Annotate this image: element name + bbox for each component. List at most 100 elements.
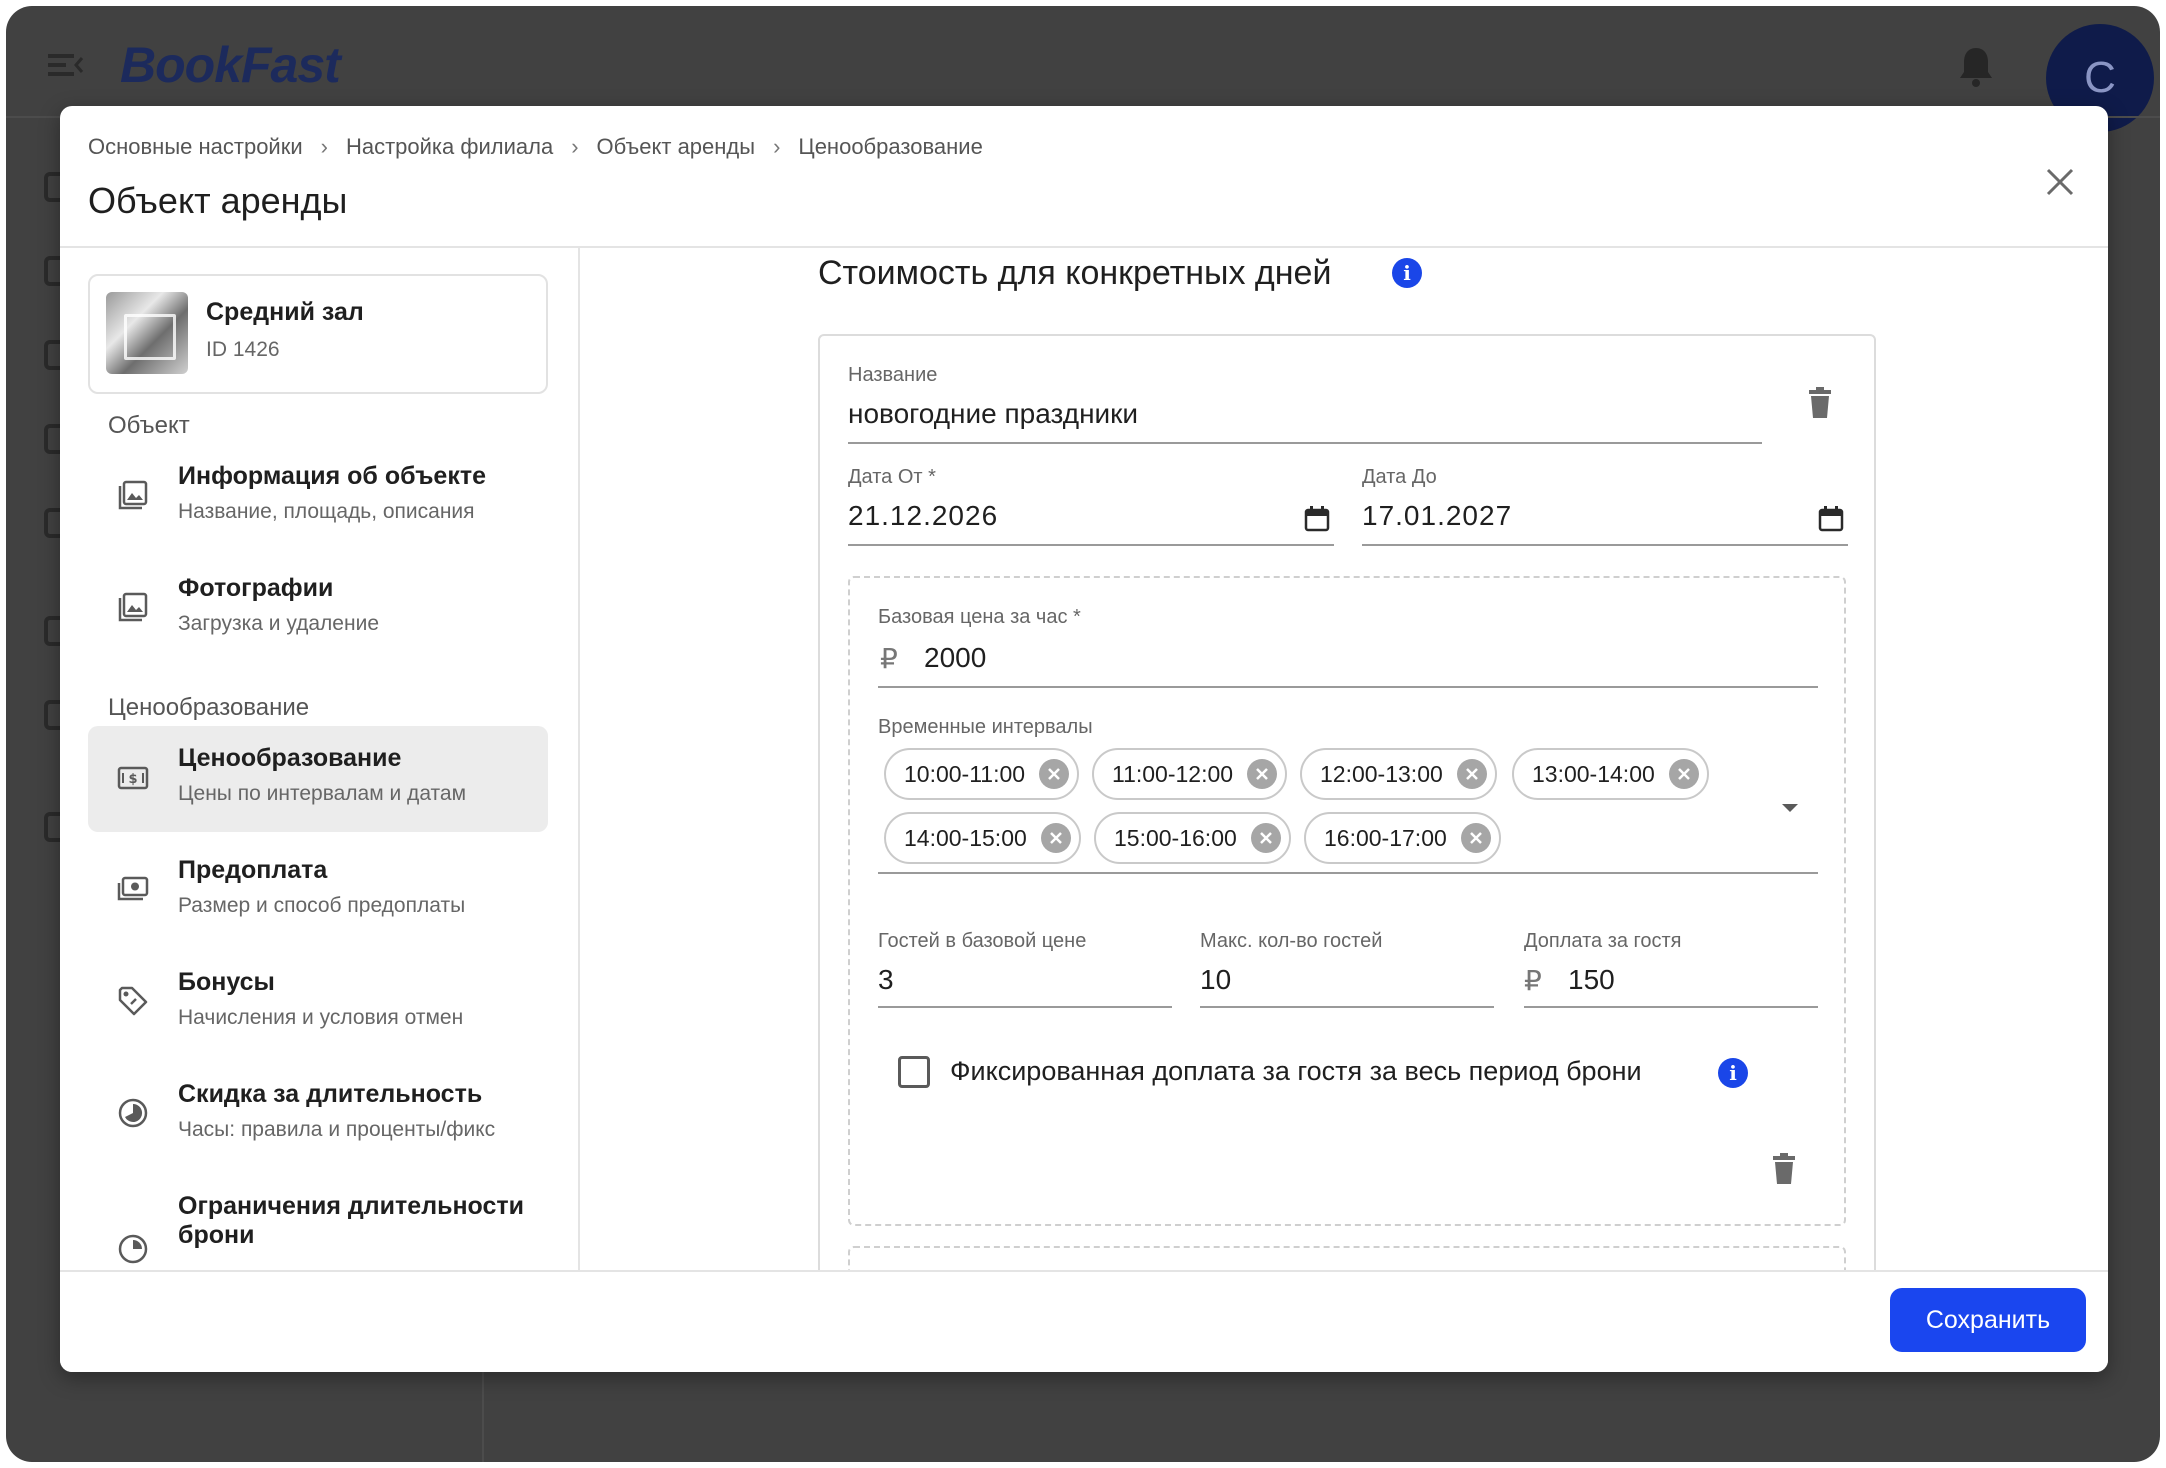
image-icon xyxy=(118,480,148,510)
ruble-icon: ₽ xyxy=(880,643,898,674)
sidebar-item-subtitle: Цены по интервалам и датам xyxy=(178,782,467,805)
breadcrumb-item[interactable]: Основные настройки xyxy=(88,134,303,160)
calendar-icon[interactable] xyxy=(1818,506,1844,532)
interval-chip[interactable]: 14:00-15:00 xyxy=(884,812,1081,864)
delete-interval-block-trash-icon[interactable] xyxy=(1770,1152,1798,1186)
remove-chip-icon[interactable] xyxy=(1039,759,1070,789)
close-icon[interactable] xyxy=(2040,162,2080,202)
interval-chip[interactable]: 15:00-16:00 xyxy=(1094,812,1291,864)
sidebar-item-duration-limits[interactable]: Ограничения длительности брони xyxy=(88,1174,548,1280)
sidebar-item-title: Фотографии xyxy=(178,574,334,602)
guests-base-input[interactable]: 3 xyxy=(878,964,894,996)
object-settings-modal: Основные настройки › Настройка филиала ›… xyxy=(60,106,2108,1372)
name-input[interactable]: новогодние праздники xyxy=(848,398,1138,430)
interval-chip[interactable]: 10:00-11:00 xyxy=(884,748,1080,800)
date-from-input[interactable]: 21.12.2026 xyxy=(848,500,998,532)
fixed-fee-checkbox[interactable] xyxy=(898,1056,930,1088)
remove-chip-icon[interactable] xyxy=(1456,759,1487,789)
interval-chip-label: 13:00-14:00 xyxy=(1532,760,1655,787)
chevron-down-icon[interactable] xyxy=(1780,802,1800,814)
remove-chip-icon[interactable] xyxy=(1040,823,1071,853)
date-to-input[interactable]: 17.01.2027 xyxy=(1362,500,1512,532)
max-guests-underline xyxy=(1200,1006,1494,1008)
breadcrumb: Основные настройки › Настройка филиала ›… xyxy=(88,134,983,160)
remove-chip-icon[interactable] xyxy=(1460,823,1491,853)
modal-footer: Сохранить xyxy=(60,1270,2108,1372)
date-from-label: Дата От * xyxy=(848,466,936,488)
sidebar-item-pricing[interactable]: $ Ценообразование Цены по интервалам и д… xyxy=(88,726,548,832)
info-icon[interactable]: i xyxy=(1392,258,1422,288)
breadcrumb-item-current: Ценообразование xyxy=(798,134,983,159)
interval-pricing-block: Базовая цена за час * ₽ 2000 Временные и… xyxy=(848,576,1846,1226)
interval-chip-label: 16:00-17:00 xyxy=(1324,824,1447,851)
interval-chip[interactable]: 11:00-12:00 xyxy=(1092,748,1288,800)
extra-guest-input[interactable]: 150 xyxy=(1568,964,1615,996)
interval-chip-label: 10:00-11:00 xyxy=(904,760,1026,787)
sidebar-item-bonuses[interactable]: Бонусы Начисления и условия отмен xyxy=(88,950,548,1056)
limit-icon xyxy=(118,1234,148,1264)
interval-chip-label: 11:00-12:00 xyxy=(1112,760,1234,787)
app-logo[interactable]: BookFast xyxy=(120,36,341,94)
date-from-underline xyxy=(848,544,1334,546)
name-label: Название xyxy=(848,364,938,386)
sidebar-item-subtitle: Начисления и условия отмен xyxy=(178,1006,464,1029)
name-underline xyxy=(848,442,1762,444)
intervals-label: Временные интервалы xyxy=(878,716,1093,738)
special-days-card: Название новогодние праздники Дата От * … xyxy=(818,334,1876,1370)
object-id: ID 1426 xyxy=(206,338,280,361)
sidebar-item-photos[interactable]: Фотографии Загрузка и удаление xyxy=(88,556,548,662)
sidebar-item-prepayment[interactable]: Предоплата Размер и способ предоплаты xyxy=(88,838,548,944)
remove-chip-icon[interactable] xyxy=(1668,759,1699,789)
modal-title: Объект аренды xyxy=(88,180,348,221)
extra-guest-underline xyxy=(1524,1006,1818,1008)
remove-chip-icon[interactable] xyxy=(1250,823,1281,853)
extra-guest-label: Доплата за гостя xyxy=(1524,930,1682,952)
tag-icon xyxy=(118,986,148,1016)
sidebar-item-title: Скидка за длительность xyxy=(178,1080,483,1108)
sidebar-item-title: Информация об объекте xyxy=(178,462,486,490)
pricing-icon: $ xyxy=(117,766,149,790)
section-title: Стоимость для конкретных дней xyxy=(818,254,1332,292)
interval-chip-label: 15:00-16:00 xyxy=(1114,824,1237,851)
base-price-underline xyxy=(878,686,1818,688)
guests-base-label: Гостей в базовой цене xyxy=(878,930,1087,952)
settings-sidebar: Средний зал ID 1426 Объект Информация об… xyxy=(60,248,580,1370)
breadcrumb-item[interactable]: Объект аренды xyxy=(597,134,756,160)
menu-icon[interactable] xyxy=(48,50,84,80)
sidebar-item-subtitle: Загрузка и удаление xyxy=(178,612,379,635)
breadcrumb-chevron-icon: › xyxy=(320,134,328,159)
breadcrumb-chevron-icon: › xyxy=(773,134,781,159)
svg-text:$: $ xyxy=(128,772,137,787)
max-guests-input[interactable]: 10 xyxy=(1200,964,1231,996)
interval-chip[interactable]: 12:00-13:00 xyxy=(1300,748,1497,800)
sidebar-item-title: Предоплата xyxy=(178,856,328,884)
date-to-underline xyxy=(1362,544,1848,546)
interval-chip[interactable]: 16:00-17:00 xyxy=(1304,812,1501,864)
info-icon[interactable]: i xyxy=(1718,1058,1748,1088)
discount-icon xyxy=(118,1098,148,1128)
remove-chip-icon[interactable] xyxy=(1247,759,1278,789)
section-label-object: Объект xyxy=(108,412,190,439)
object-name: Средний зал xyxy=(206,298,364,326)
photos-icon xyxy=(118,592,148,622)
object-thumbnail xyxy=(106,292,188,374)
sidebar-item-title: Ограничения длительности брони xyxy=(178,1192,524,1249)
sidebar-item-object-info[interactable]: Информация об объекте Название, площадь,… xyxy=(88,444,548,550)
max-guests-label: Макс. кол-во гостей xyxy=(1200,930,1383,952)
app-background: BookFast С Основные настройки › Настройк… xyxy=(6,6,2160,1462)
sidebar-item-subtitle: Размер и способ предоплаты xyxy=(178,894,466,917)
intervals-underline xyxy=(878,872,1818,874)
save-button[interactable]: Сохранить xyxy=(1890,1288,2086,1352)
breadcrumb-item[interactable]: Настройка филиала xyxy=(346,134,553,160)
notification-bell-icon[interactable] xyxy=(1956,44,1996,88)
sidebar-item-duration-discount[interactable]: Скидка за длительность Часы: правила и п… xyxy=(88,1062,548,1168)
sidebar-item-subtitle: Часы: правила и проценты/фикс xyxy=(178,1118,496,1141)
ruble-icon: ₽ xyxy=(1524,965,1542,996)
base-price-label: Базовая цена за час * xyxy=(878,606,1081,628)
interval-chip[interactable]: 13:00-14:00 xyxy=(1512,748,1709,800)
guests-base-underline xyxy=(878,1006,1172,1008)
base-price-input[interactable]: 2000 xyxy=(924,642,986,674)
calendar-icon[interactable] xyxy=(1304,506,1330,532)
delete-period-trash-icon[interactable] xyxy=(1806,386,1834,420)
object-card[interactable]: Средний зал ID 1426 xyxy=(88,274,548,394)
